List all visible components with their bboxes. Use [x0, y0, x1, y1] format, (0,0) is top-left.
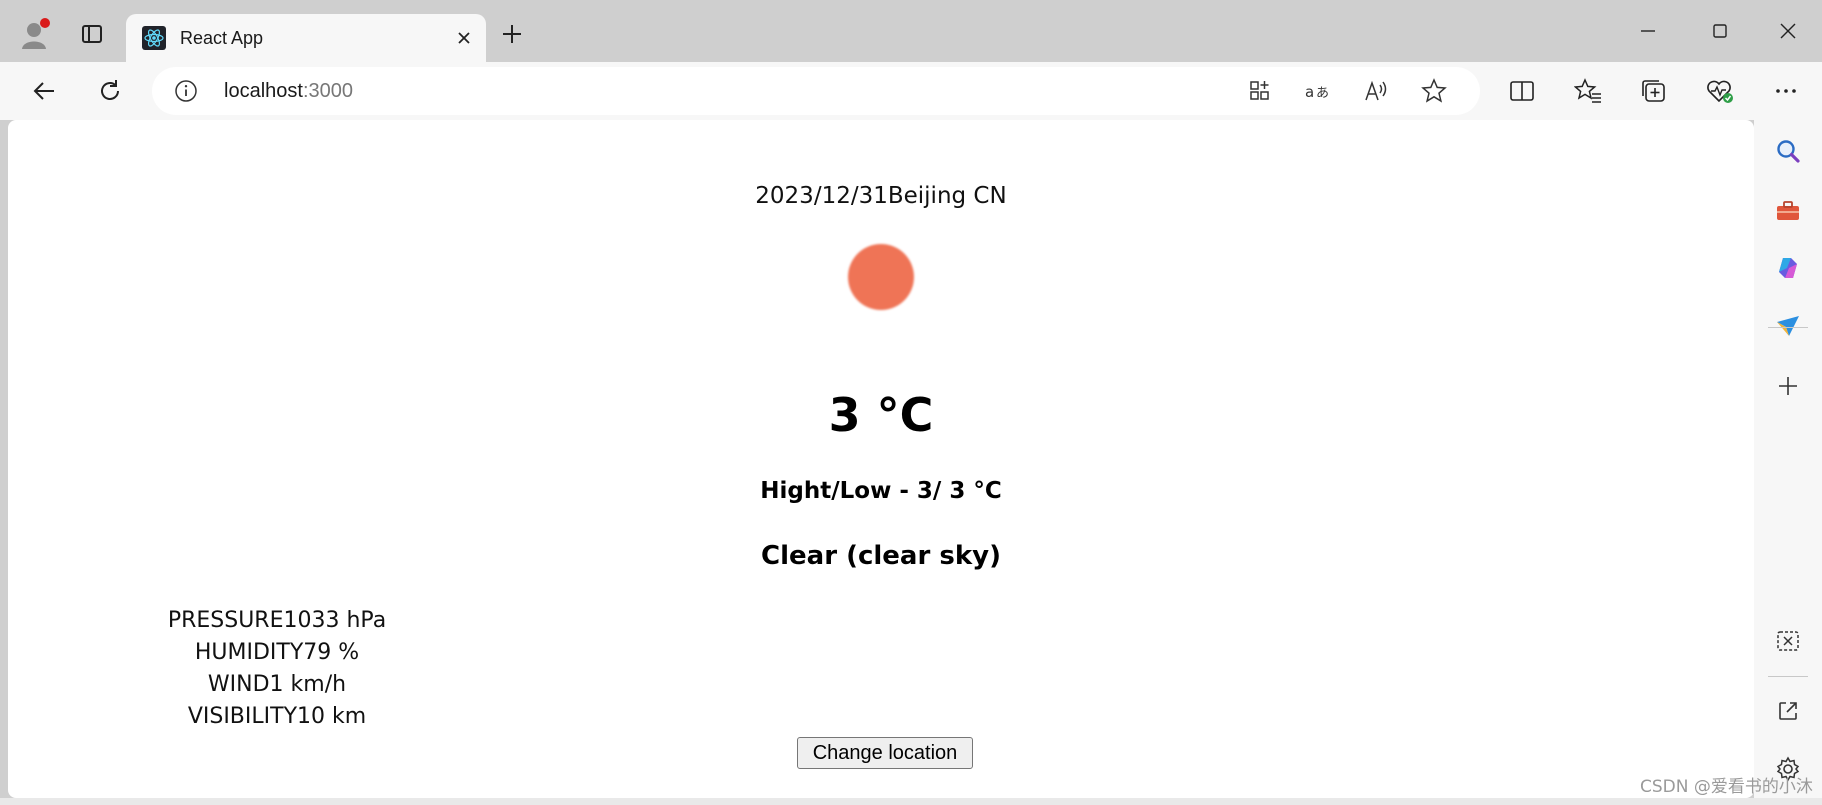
split-screen-icon	[1510, 81, 1534, 101]
edge-sidebar	[1754, 120, 1822, 805]
read-aloud-button[interactable]	[1362, 77, 1390, 105]
reload-icon	[101, 80, 119, 100]
minimize-button[interactable]	[1628, 16, 1668, 46]
sidebar-send-button[interactable]	[1770, 308, 1806, 344]
collections-icon	[1642, 80, 1665, 102]
maximize-icon	[1713, 24, 1727, 38]
copilot-icon	[1779, 258, 1797, 278]
close-icon	[458, 32, 470, 44]
tab-react-app[interactable]: React App	[126, 14, 486, 62]
open-external-icon	[1779, 702, 1797, 720]
sidebar-screenshot-button[interactable]	[1770, 623, 1806, 659]
stat-wind: WIND1 km/h	[207, 672, 347, 697]
react-favicon	[142, 26, 166, 50]
send-icon	[1777, 316, 1799, 336]
date-city-label: 2023/12/31Beijing CN	[755, 183, 1007, 209]
url-text[interactable]: localhost:3000	[224, 79, 353, 103]
sidebar-add-button[interactable]	[1770, 368, 1806, 404]
bottom-strip	[0, 798, 1822, 805]
maximize-button[interactable]	[1700, 16, 1740, 46]
watermark-text: CSDN @爱看书的小沐	[1640, 777, 1813, 797]
translate-icon: a あ	[1305, 83, 1329, 101]
favorites-icon	[1574, 78, 1601, 103]
plus-icon	[1779, 377, 1797, 395]
more-icon	[1776, 89, 1796, 93]
tab-bar: React App	[0, 0, 1822, 62]
svg-text:あ: あ	[1316, 86, 1329, 101]
close-window-button[interactable]	[1768, 16, 1808, 46]
read-aloud-icon	[1365, 80, 1387, 101]
sidebar-divider	[1768, 676, 1808, 677]
screenshot-icon	[1777, 631, 1799, 651]
browser-essentials-icon	[1707, 80, 1733, 103]
search-icon	[1777, 140, 1800, 163]
weather-stats-list: PRESSURE1033 hPa HUMIDITY79 % WIND1 km/h…	[132, 605, 422, 733]
sidebar-tools-button[interactable]	[1770, 193, 1806, 229]
change-location-button[interactable]: Change location	[797, 737, 973, 769]
tab-actions-icon	[82, 25, 102, 43]
stat-pressure: PRESSURE1033 hPa	[167, 608, 387, 633]
profile-button[interactable]	[14, 14, 54, 54]
profile-icon	[22, 18, 50, 49]
back-icon	[33, 82, 54, 100]
plus-icon	[503, 25, 521, 43]
browser-essentials-button[interactable]	[1702, 73, 1738, 109]
weather-description: Clear (clear sky)	[761, 541, 1001, 571]
add-favorite-button[interactable]	[1420, 77, 1448, 105]
collections-button[interactable]	[1636, 73, 1672, 109]
high-low-temperature: Hight/Low - 3/ 3 °C	[760, 478, 1002, 504]
tab-close-button[interactable]	[450, 24, 478, 52]
weather-sun-icon	[848, 244, 914, 310]
browser-toolbar: localhost:3000 a あ	[0, 62, 1822, 120]
favorite-star-icon	[1421, 78, 1447, 103]
tab-title: React App	[180, 28, 264, 48]
url-host: localhost	[224, 80, 303, 102]
address-bar[interactable]: localhost:3000 a あ	[152, 67, 1480, 115]
reload-button[interactable]	[92, 73, 128, 109]
stat-humidity: HUMIDITY79 %	[194, 640, 360, 665]
back-button[interactable]	[26, 73, 62, 109]
sidebar-open-external-button[interactable]	[1770, 693, 1806, 729]
browser-window: React App localhost:3000 a あ 2023/12/31B…	[0, 0, 1822, 805]
url-port: :3000	[302, 80, 353, 102]
tools-icon	[1777, 201, 1799, 220]
sidebar-search-button[interactable]	[1770, 133, 1806, 169]
more-button[interactable]	[1768, 73, 1804, 109]
sidebar-divider	[1768, 327, 1808, 328]
apps-button[interactable]	[1246, 77, 1274, 105]
page-viewport: 2023/12/31Beijing CN 3 °C Hight/Low - 3/…	[8, 120, 1754, 798]
stat-visibility: VISIBILITY10 km	[187, 704, 367, 729]
info-icon[interactable]	[174, 79, 198, 103]
close-window-icon	[1780, 23, 1796, 39]
apps-icon	[1250, 81, 1269, 100]
temperature-display: 3 °C	[828, 388, 934, 442]
minimize-icon	[1641, 30, 1655, 32]
translate-button[interactable]: a あ	[1304, 77, 1332, 105]
svg-text:a: a	[1305, 83, 1314, 101]
favorites-button[interactable]	[1570, 73, 1606, 109]
new-tab-button[interactable]	[496, 18, 528, 50]
sidebar-copilot-button[interactable]	[1770, 250, 1806, 286]
split-screen-button[interactable]	[1504, 73, 1540, 109]
tab-actions-button[interactable]	[74, 16, 110, 52]
